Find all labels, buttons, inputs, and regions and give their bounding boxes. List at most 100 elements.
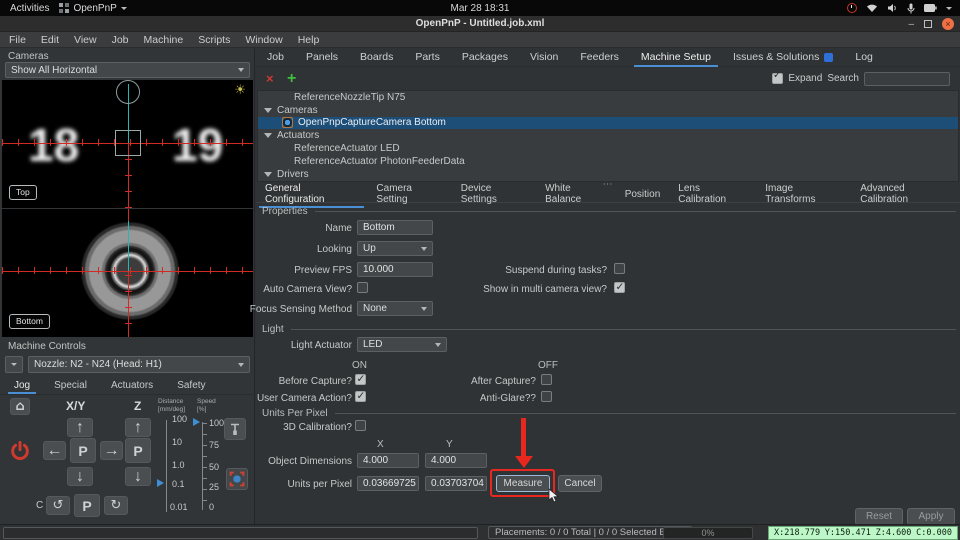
expander-icon[interactable]: [264, 133, 272, 138]
preview-fps-input[interactable]: 10.000: [357, 262, 433, 277]
power-button[interactable]: [7, 438, 33, 464]
3d-calibration-checkbox[interactable]: [355, 420, 366, 431]
delete-icon[interactable]: ×: [266, 71, 274, 86]
dro-c: C:0.000: [916, 528, 952, 538]
jog-x-plus-button[interactable]: →: [100, 441, 123, 460]
tab-boards[interactable]: Boards: [349, 48, 404, 66]
light-actuator-select[interactable]: LED: [357, 337, 447, 352]
tab-packages[interactable]: Packages: [451, 48, 519, 66]
head-mount-dropdown-button[interactable]: [5, 356, 23, 373]
jog-x-minus-button[interactable]: ←: [43, 441, 66, 460]
chevron-down-icon: [238, 68, 244, 72]
position-nozzle-z-button[interactable]: P: [125, 438, 151, 463]
distance-slider[interactable]: [166, 420, 167, 512]
menu-file[interactable]: File: [9, 34, 26, 46]
tab-special[interactable]: Special: [44, 378, 97, 394]
close-button[interactable]: ×: [942, 18, 954, 30]
tab-parts[interactable]: Parts: [404, 48, 451, 66]
add-icon[interactable]: +: [287, 70, 296, 88]
brightness-sun-icon[interactable]: ☀: [234, 83, 246, 98]
y-column-header: Y: [446, 439, 453, 450]
arrow-right-icon: →: [104, 442, 120, 460]
units-per-pixel-label: Units per Pixel: [212, 479, 352, 490]
menu-job[interactable]: Job: [112, 34, 129, 46]
home-button[interactable]: ⌂: [10, 398, 30, 415]
distance-slider-handle[interactable]: [157, 479, 164, 487]
maximize-button[interactable]: [924, 20, 932, 28]
after-capture-checkbox[interactable]: [541, 374, 552, 385]
menu-view[interactable]: View: [74, 34, 97, 46]
app-menu[interactable]: OpenPnP: [59, 3, 126, 14]
tab-issues-solutions[interactable]: Issues & Solutions: [722, 48, 844, 66]
tray-chevron-icon[interactable]: [946, 7, 952, 10]
tab-job[interactable]: Job: [256, 48, 295, 66]
expander-icon[interactable]: [264, 108, 272, 113]
tab-jog[interactable]: Jog: [4, 378, 40, 394]
app-icon: [59, 3, 69, 13]
units-per-pixel-y-input[interactable]: 0.03703704: [425, 476, 487, 491]
menu-help[interactable]: Help: [298, 34, 320, 46]
menu-machine[interactable]: Machine: [144, 34, 184, 46]
expand-checkbox[interactable]: [772, 73, 783, 84]
jog-y-plus-button[interactable]: ↑: [67, 418, 93, 437]
menu-scripts[interactable]: Scripts: [198, 34, 230, 46]
chevron-down-icon: [238, 363, 244, 367]
tab-machine-setup[interactable]: Machine Setup: [630, 48, 722, 66]
system-clock[interactable]: Mar 28 18:31: [0, 3, 960, 14]
subtab-white-balance[interactable]: White Balance: [536, 181, 616, 207]
units-per-pixel-x-input[interactable]: 0.03669725: [357, 476, 419, 491]
activities-button[interactable]: Activities: [10, 3, 49, 14]
jog-z-plus-button[interactable]: ↑: [125, 418, 151, 437]
jog-y-minus-button[interactable]: ↓: [67, 467, 93, 486]
tab-panels[interactable]: Panels: [295, 48, 349, 66]
multi-camera-view-checkbox[interactable]: [614, 282, 625, 293]
subtab-position[interactable]: Position: [616, 187, 670, 202]
expander-icon[interactable]: [264, 172, 272, 177]
tree-group-actuators[interactable]: Actuators: [258, 129, 958, 142]
suspend-checkbox[interactable]: [614, 263, 625, 274]
jog-c-cw-button[interactable]: ↻: [104, 496, 128, 515]
menu-edit[interactable]: Edit: [41, 34, 59, 46]
minimize-button[interactable]: –: [908, 18, 914, 31]
tree-item-capture-camera-bottom[interactable]: OpenPnpCaptureCamera Bottom: [258, 117, 958, 130]
tab-safety[interactable]: Safety: [167, 378, 215, 394]
tab-vision[interactable]: Vision: [519, 48, 569, 66]
jog-z-minus-button[interactable]: ↓: [125, 467, 151, 486]
subtab-camera-setting[interactable]: Camera Setting: [367, 181, 451, 207]
user-camera-action-checkbox[interactable]: [355, 391, 366, 402]
tree-item-actuator-led[interactable]: ReferenceActuator LED: [258, 142, 958, 155]
anti-glare-checkbox[interactable]: [541, 391, 552, 402]
subtab-advanced-calibration[interactable]: Advanced Calibration: [851, 181, 960, 207]
menu-window[interactable]: Window: [245, 34, 282, 46]
tab-log[interactable]: Log: [844, 48, 884, 66]
subtab-lens-calibration[interactable]: Lens Calibration: [669, 181, 756, 207]
before-capture-checkbox[interactable]: [355, 374, 366, 385]
tab-feeders[interactable]: Feeders: [569, 48, 630, 66]
looking-select[interactable]: Up: [357, 241, 433, 256]
position-nozzle-xy-button[interactable]: P: [70, 438, 96, 463]
machine-setup-tree[interactable]: ReferenceNozzleTip N75 Cameras OpenPnpCa…: [257, 90, 959, 182]
object-dimensions-y-input[interactable]: 4.000: [425, 453, 487, 468]
apply-button[interactable]: Apply: [907, 508, 955, 525]
tree-item-actuator-photonfeeder[interactable]: ReferenceActuator PhotonFeederData: [258, 155, 958, 168]
tab-actuators[interactable]: Actuators: [101, 378, 163, 394]
camera-view-mode-select[interactable]: Show All Horizontal: [5, 62, 250, 78]
subtab-device-settings[interactable]: Device Settings: [452, 181, 536, 207]
subtab-general-configuration[interactable]: General Configuration: [256, 181, 367, 207]
tree-group-cameras[interactable]: Cameras: [258, 104, 958, 117]
speed-slider-handle[interactable]: [193, 418, 200, 426]
position-nozzle-c-button[interactable]: P: [74, 494, 100, 517]
focus-sensing-select[interactable]: None: [357, 301, 433, 316]
tree-item-nozzletip[interactable]: ReferenceNozzleTip N75: [258, 91, 958, 104]
window-title-bar[interactable]: OpenPnP - Untitled.job.xml – ×: [0, 16, 960, 32]
search-input[interactable]: [864, 72, 950, 86]
name-input[interactable]: Bottom: [357, 220, 433, 235]
jog-c-ccw-button[interactable]: ↺: [46, 496, 70, 515]
object-dimensions-x-input[interactable]: 4.000: [357, 453, 419, 468]
nozzle-select[interactable]: Nozzle: N2 - N24 (Head: H1): [28, 356, 250, 373]
auto-camera-view-checkbox[interactable]: [357, 282, 368, 293]
cancel-button[interactable]: Cancel: [558, 475, 602, 492]
top-camera-view[interactable]: 18 19 ☀ Top: [2, 80, 253, 208]
reset-button[interactable]: Reset: [855, 508, 903, 525]
subtab-image-transforms[interactable]: Image Transforms: [756, 181, 851, 207]
